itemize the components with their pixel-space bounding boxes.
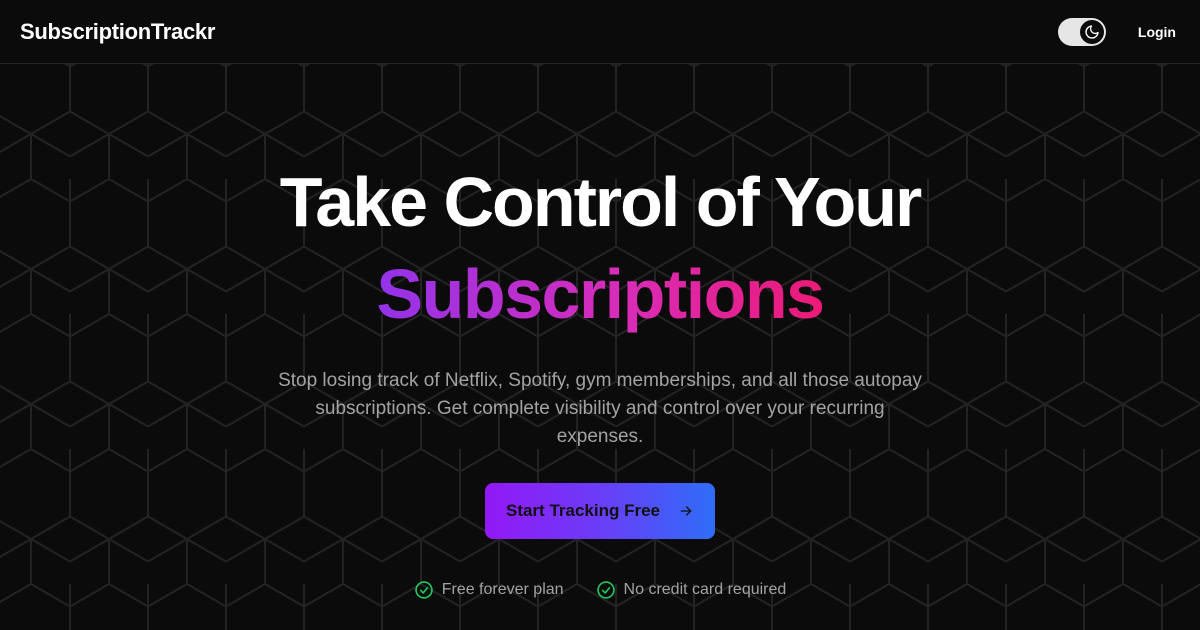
landing-page: SubscriptionTrackr Login Take Control of…: [0, 0, 1200, 630]
login-link[interactable]: Login: [1138, 24, 1176, 40]
cta-label: Start Tracking Free: [505, 501, 660, 520]
start-tracking-button[interactable]: Start Tracking Free: [485, 483, 715, 539]
check-circle-icon: [596, 580, 616, 600]
feature-label: Free forever plan: [441, 581, 564, 598]
headline-accent-text: Subscriptions: [376, 255, 825, 333]
hero-headline: Take Control of Your: [279, 163, 923, 241]
check-circle-icon: [414, 580, 434, 600]
hero-section: Take Control of Your Subscriptions Stop …: [0, 64, 1200, 630]
feature-label: No credit card required: [623, 581, 787, 598]
nav-actions: Login: [1057, 17, 1176, 46]
hero-headline-accent: Subscriptions: [0, 254, 1200, 334]
arrow-right-icon: [678, 503, 694, 519]
moon-icon: [1079, 19, 1104, 44]
navbar: SubscriptionTrackr Login: [0, 0, 1200, 64]
theme-toggle[interactable]: [1057, 17, 1106, 46]
feature-list: Free forever plan No credit card require…: [0, 580, 1200, 600]
feature-item: Free forever plan: [414, 580, 564, 600]
hero-subtitle: Stop losing track of Netflix, Spotify, g…: [278, 370, 922, 447]
feature-item: No credit card required: [596, 580, 787, 600]
brand-logo[interactable]: SubscriptionTrackr: [20, 19, 215, 45]
